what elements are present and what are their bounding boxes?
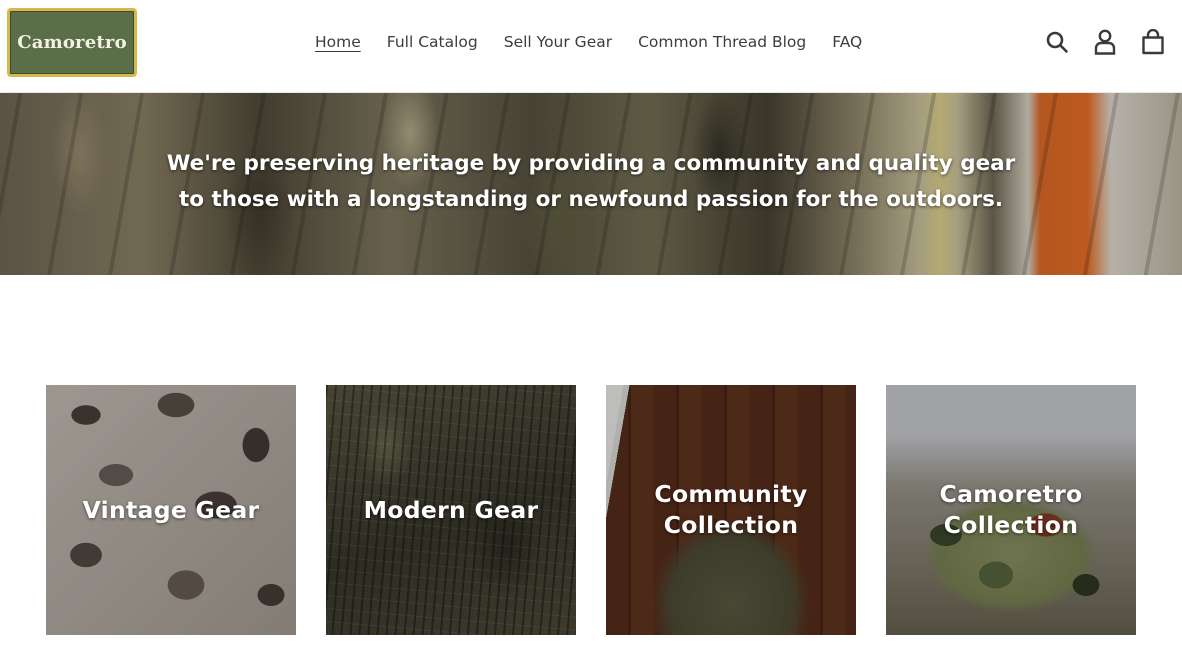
collection-tile-camoretro-collection[interactable]: Camoretro Collection	[886, 385, 1136, 635]
collection-title-line: Collection	[663, 511, 799, 539]
main-nav: Home Full Catalog Sell Your Gear Common …	[315, 30, 862, 54]
nav-common-thread-blog[interactable]: Common Thread Blog	[638, 30, 806, 54]
nav-sell-your-gear[interactable]: Sell Your Gear	[504, 30, 612, 54]
collection-grid: Vintage Gear Modern Gear Community Colle…	[46, 385, 1136, 635]
collection-title-line: Community	[654, 480, 808, 508]
hero-tagline: We're preserving heritage by providing a…	[0, 146, 1182, 218]
camoretro-logo[interactable]: Camoretro	[7, 8, 137, 77]
logo-text: Camoretro	[17, 32, 127, 53]
collection-title: Vintage Gear	[83, 495, 260, 526]
hero-tagline-line-1: We're preserving heritage by providing a…	[166, 151, 1016, 176]
hero-tagline-line-2: to those with a longstanding or newfound…	[178, 187, 1004, 212]
collection-title-line: Collection	[943, 511, 1079, 539]
nav-faq[interactable]: FAQ	[832, 30, 862, 54]
collection-title-line: Modern Gear	[363, 495, 539, 524]
site-header: Camoretro Home Full Catalog Sell Your Ge…	[0, 0, 1182, 93]
collection-title-line: Camoretro	[939, 480, 1083, 508]
collection-title: Community Collection	[654, 479, 807, 541]
account-icon[interactable]	[1091, 28, 1119, 56]
nav-full-catalog[interactable]: Full Catalog	[387, 30, 478, 54]
hero-banner: We're preserving heritage by providing a…	[0, 93, 1182, 275]
collection-tile-modern-gear[interactable]: Modern Gear	[326, 385, 576, 635]
collection-tile-vintage-gear[interactable]: Vintage Gear	[46, 385, 296, 635]
collection-title: Camoretro Collection	[940, 479, 1083, 541]
collection-title: Modern Gear	[364, 495, 539, 526]
header-icons	[1043, 28, 1167, 56]
collection-tile-community-collection[interactable]: Community Collection	[606, 385, 856, 635]
search-icon[interactable]	[1043, 28, 1071, 56]
cart-icon[interactable]	[1139, 28, 1167, 56]
collection-title-line: Vintage Gear	[82, 495, 260, 524]
nav-home[interactable]: Home	[315, 30, 361, 54]
